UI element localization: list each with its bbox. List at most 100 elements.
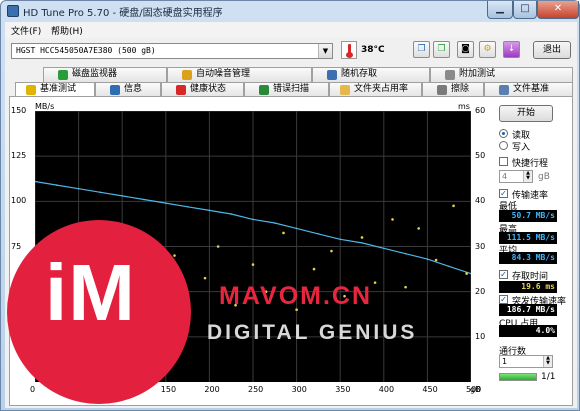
tab-disk-monitor[interactable]: 磁盘监视器: [43, 67, 167, 82]
scan-icon: [259, 85, 269, 95]
info-icon: [110, 85, 120, 95]
tab-file-benchmark[interactable]: 文件基准: [484, 82, 573, 97]
maximize-icon: □: [520, 3, 530, 14]
access-time-point: [330, 249, 333, 253]
stepper-arrows-icon[interactable]: ▲ ▼: [543, 356, 552, 367]
transfer-rate-point: [121, 195, 123, 197]
access-time-point: [282, 231, 285, 235]
tab-info[interactable]: 信息: [95, 82, 161, 97]
x-tick-label: 150: [160, 385, 177, 394]
extra-tests-icon: [445, 70, 455, 80]
short-stroke-checkbox[interactable]: [499, 157, 508, 166]
progress-bar: [499, 373, 537, 381]
copy-all-button[interactable]: ❐: [433, 41, 450, 58]
tab-health[interactable]: 健康状态: [161, 82, 244, 97]
cpu-readout: 4.0%: [499, 325, 557, 337]
transfer-rate-point: [361, 242, 363, 244]
app-icon: [7, 5, 19, 17]
stepper-arrows-icon[interactable]: ▲ ▼: [523, 171, 532, 182]
transfer-rate-point: [295, 227, 298, 230]
access-time-point: [404, 285, 407, 289]
menu-bar: 文件(F) 帮助(H): [5, 22, 577, 38]
x-tick-label: 350: [335, 385, 351, 394]
y2-tick-label: 60: [475, 106, 486, 115]
access-time-point: [391, 218, 394, 221]
copy-all-icon: ❐: [437, 44, 446, 54]
transfer-rate-checkbox[interactable]: ✓: [499, 189, 508, 198]
access-time-point: [360, 236, 364, 239]
watermark-logo: iM: [45, 248, 136, 337]
save-button[interactable]: ↓: [503, 41, 520, 58]
access-time-point: [312, 267, 316, 271]
passes-value: 1: [502, 357, 508, 366]
close-icon: ✕: [553, 3, 563, 14]
access-time-readout: 19.6 ms: [499, 281, 557, 293]
maximize-button[interactable]: □: [513, 1, 537, 19]
copy-button[interactable]: ❐: [413, 41, 430, 58]
access-time-point: [373, 281, 377, 284]
drive-select-value: HGST HCC545050A7E380 (500 gB): [16, 46, 156, 55]
title-bar[interactable]: HD Tune Pro 5.70 - 硬盘/固态硬盘实用程序 ▁ □ ✕: [1, 1, 579, 21]
short-stroke-label: 快捷行程: [512, 159, 549, 169]
y2-tick-label: 30: [475, 241, 486, 251]
random-access-icon: [327, 70, 337, 80]
transfer-rate-point: [77, 187, 80, 190]
thermometer-icon: [341, 41, 357, 59]
y2-tick-label: 10: [475, 331, 486, 341]
tab-aam[interactable]: 自动噪音管理: [167, 67, 312, 82]
read-radio[interactable]: [499, 129, 508, 138]
transfer-rate-point: [143, 198, 145, 201]
y2-tick-label: 40: [475, 196, 486, 206]
tab-random-access[interactable]: 随机存取: [312, 67, 430, 82]
menu-file[interactable]: 文件(F): [11, 24, 41, 37]
progress-text: 1/1: [541, 372, 556, 382]
tab-label: 信息: [124, 84, 143, 94]
transfer-rate-point: [426, 258, 429, 260]
tab-erase[interactable]: 擦除: [422, 82, 484, 97]
folder-icon: [340, 85, 350, 95]
x-tick-label: 500: [466, 385, 482, 394]
tab-label: 健康状态: [190, 84, 227, 94]
y-tick-label: 100: [11, 196, 27, 206]
passes-stepper[interactable]: 1 ▲ ▼: [499, 355, 553, 368]
access-time-point: [173, 254, 176, 257]
access-time-point: [452, 204, 455, 208]
access-time-point: [216, 245, 220, 248]
close-button[interactable]: ✕: [537, 1, 579, 19]
erase-icon: [437, 85, 447, 95]
temperature-readout: 38°C: [361, 45, 385, 55]
tab-label: 错误扫描: [273, 84, 310, 94]
settings-button[interactable]: ⚙: [479, 41, 496, 58]
tab-label: 基准测试: [40, 84, 77, 94]
tab-folder-usage[interactable]: 文件夹占用率: [329, 82, 422, 97]
y-tick-label: 125: [11, 151, 27, 161]
start-button[interactable]: 开始: [499, 105, 553, 122]
screenshot-button[interactable]: ◙: [457, 41, 474, 58]
burst-rate-checkbox[interactable]: ✓: [499, 295, 508, 304]
app-window: HD Tune Pro 5.70 - 硬盘/固态硬盘实用程序 ▁ □ ✕ 文件(…: [0, 0, 580, 411]
transfer-rate-point: [208, 209, 211, 212]
chevron-down-icon[interactable]: ▼: [318, 44, 332, 58]
write-radio[interactable]: [499, 141, 508, 150]
access-time-point: [465, 272, 468, 275]
transfer-rate-point: [56, 184, 58, 186]
x-tick-label: 250: [248, 385, 264, 394]
access-time-checkbox[interactable]: ✓: [499, 270, 508, 279]
transfer-rate-point: [317, 233, 320, 235]
x-tick-label: 300: [291, 385, 307, 394]
tab-benchmark[interactable]: 基准测试: [15, 82, 95, 97]
tab-extra-tests[interactable]: 附加测试: [430, 67, 573, 82]
short-stroke-unit: gB: [538, 172, 550, 182]
short-stroke-stepper[interactable]: 4 ▲ ▼: [499, 170, 533, 183]
x-tick-label: 200: [204, 385, 220, 394]
avg-readout: 84.3 MB/s: [499, 252, 557, 264]
minimize-icon: ▁: [496, 3, 504, 14]
minimize-button[interactable]: ▁: [487, 1, 513, 19]
transfer-rate-point: [339, 238, 342, 241]
copy-icon: ❐: [417, 44, 426, 54]
menu-help[interactable]: 帮助(H): [51, 24, 83, 37]
exit-button[interactable]: 退出: [533, 41, 571, 59]
tab-error-scan[interactable]: 错误扫描: [244, 82, 329, 97]
access-time-point: [434, 258, 438, 262]
drive-select[interactable]: HGST HCC545050A7E380 (500 gB) ▼: [11, 43, 333, 59]
